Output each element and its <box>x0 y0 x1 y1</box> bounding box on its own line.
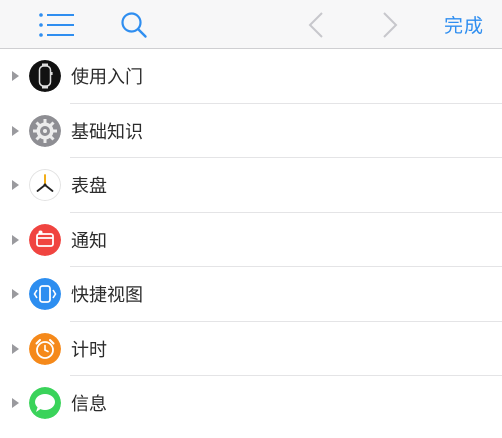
list-item[interactable]: 通知 <box>0 213 502 268</box>
done-button[interactable]: 完成 <box>432 0 496 49</box>
disclosure-triangle-icon[interactable] <box>12 71 19 82</box>
disclosure-triangle-icon[interactable] <box>12 289 19 300</box>
watch-icon <box>29 60 61 93</box>
glances-icon <box>29 278 61 311</box>
disclosure-triangle-icon[interactable] <box>12 234 19 245</box>
notification-icon <box>29 223 61 256</box>
table-of-contents-button[interactable] <box>30 0 82 49</box>
list-item-label: 快捷视图 <box>71 285 143 307</box>
clock-face-icon <box>29 169 61 202</box>
disclosure-triangle-icon[interactable] <box>12 180 19 191</box>
list-item[interactable]: 信息 <box>0 376 502 431</box>
top-toolbar: 完成 <box>0 0 502 49</box>
list-item[interactable]: 使用入门 <box>0 49 502 104</box>
list-item-label: 信息 <box>71 394 107 416</box>
help-book-app: 完成 使用入门 基础知识 表盘 通知 快捷视图 计时 信息 <box>0 0 502 438</box>
alarm-clock-icon <box>29 332 61 365</box>
chevron-right-icon <box>383 11 398 38</box>
chevron-left-icon <box>308 11 323 38</box>
list-item-label: 使用入门 <box>71 67 143 89</box>
list-item-label: 基础知识 <box>71 121 143 143</box>
list-item[interactable]: 计时 <box>0 322 502 377</box>
disclosure-triangle-icon[interactable] <box>12 125 19 136</box>
list-item-label: 计时 <box>71 339 107 361</box>
list-item-label: 表盘 <box>71 176 107 198</box>
messages-icon <box>29 387 61 420</box>
forward-button[interactable] <box>370 0 410 49</box>
disclosure-triangle-icon[interactable] <box>12 343 19 354</box>
search-button[interactable] <box>112 0 156 49</box>
list-icon <box>39 12 74 37</box>
disclosure-triangle-icon[interactable] <box>12 398 19 409</box>
list-item[interactable]: 表盘 <box>0 158 502 213</box>
section-list: 使用入门 基础知识 表盘 通知 快捷视图 计时 信息 <box>0 49 502 431</box>
list-item-label: 通知 <box>71 230 107 252</box>
search-icon <box>121 11 147 38</box>
list-item[interactable]: 快捷视图 <box>0 267 502 322</box>
list-item[interactable]: 基础知识 <box>0 104 502 159</box>
settings-gear-icon <box>29 114 61 147</box>
back-button[interactable] <box>296 0 336 49</box>
